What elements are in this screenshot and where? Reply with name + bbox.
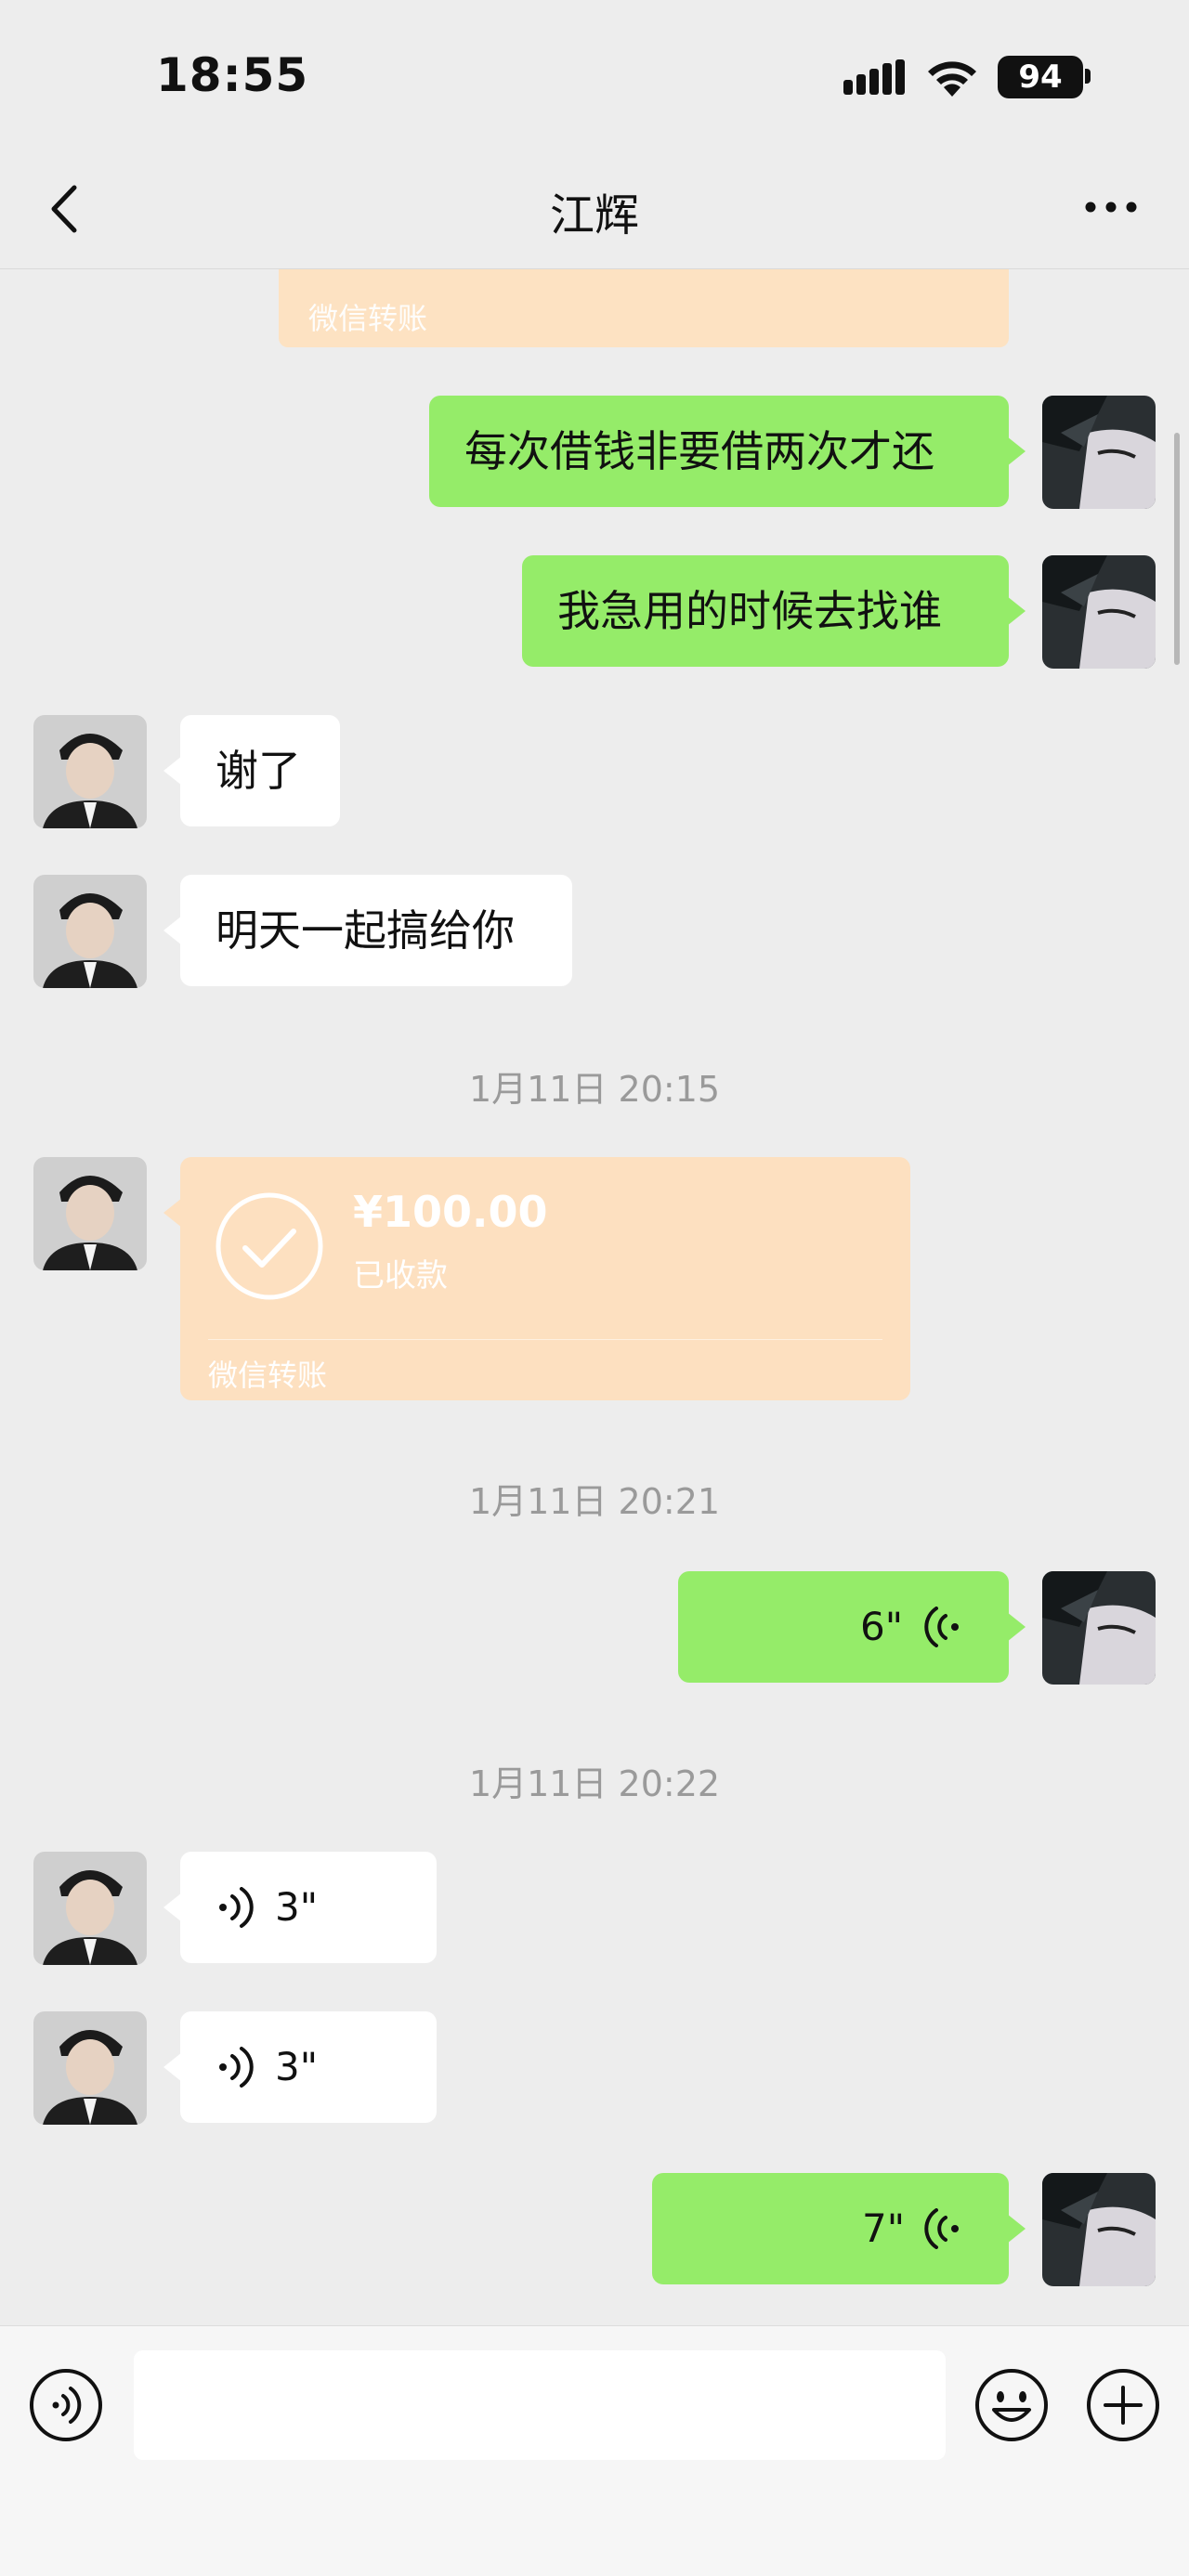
message-input[interactable] — [134, 2350, 946, 2460]
voice-wave-icon — [219, 2047, 254, 2088]
chat-title: 江辉 — [549, 189, 639, 241]
message-timestamp: 1月11日 20:22 — [468, 1763, 721, 1804]
voice-wave-icon — [924, 2208, 959, 2249]
message-text: 我急用的时候去找谁 — [557, 586, 942, 636]
avatar-me-image — [1042, 396, 1156, 509]
voice-duration: 3" — [275, 2044, 319, 2089]
transfer-status: 已收款 — [353, 1257, 448, 1295]
nav-bar: 江辉 — [0, 149, 1189, 269]
message-timestamp: 1月11日 20:15 — [468, 1069, 721, 1110]
transfer-card[interactable]: ¥100.00 已收款 微信转账 — [163, 1157, 910, 1400]
check-circle-icon — [216, 1192, 323, 1300]
message-bubble-received[interactable]: 谢了 — [163, 715, 340, 826]
voice-duration: 3" — [275, 1884, 319, 1930]
message-text: 明天一起搞给你 — [216, 905, 515, 956]
transfer-card-label: 微信转账 — [208, 1358, 328, 1393]
avatar-contact-image — [33, 2011, 147, 2125]
avatar-me[interactable] — [1042, 396, 1156, 509]
message-bubble-sent[interactable]: 每次借钱非要借两次才还 — [429, 396, 1026, 507]
avatar-contact[interactable] — [33, 2011, 147, 2125]
avatar-me-image — [1042, 2173, 1156, 2286]
input-bar — [0, 2325, 1189, 2576]
message-bubble-received[interactable]: 明天一起搞给你 — [163, 875, 572, 986]
avatar-me[interactable] — [1042, 1571, 1156, 1685]
message-text: 每次借钱非要借两次才还 — [464, 426, 934, 476]
voice-input-icon[interactable] — [28, 2367, 104, 2443]
message-bubble-sent[interactable]: 我急用的时候去找谁 — [522, 555, 1026, 667]
transfer-divider — [208, 1339, 882, 1340]
cellular-signal-icon — [843, 59, 905, 95]
avatar-contact[interactable] — [33, 1157, 147, 1270]
ellipsis-icon[interactable] — [1076, 184, 1150, 230]
battery-nub — [1085, 69, 1091, 84]
scrollbar[interactable] — [1174, 433, 1180, 665]
avatar-contact[interactable] — [33, 715, 147, 828]
message-timestamp: 1月11日 20:21 — [468, 1481, 721, 1522]
plus-circle-icon[interactable] — [1085, 2367, 1161, 2443]
message-list[interactable]: 微信转账 每次借钱非要借两次才还 我急用的时候去找谁 谢了 明天一起搞给你 1月… — [0, 269, 1189, 2325]
avatar-me-image — [1042, 555, 1156, 669]
battery-level: 94 — [998, 56, 1083, 98]
voice-message-sent[interactable]: 6" — [678, 1571, 1026, 1683]
voice-message-received[interactable]: 3" — [163, 1852, 437, 1963]
voice-duration: 7" — [862, 2205, 906, 2251]
avatar-contact-image — [33, 1852, 147, 1965]
avatar-me-image — [1042, 1571, 1156, 1685]
voice-wave-icon — [924, 1607, 959, 1647]
transfer-card-partial[interactable]: 微信转账 — [279, 269, 1009, 347]
status-bar: 18:55 94 — [0, 0, 1189, 158]
avatar-contact-image — [33, 715, 147, 828]
avatar-me[interactable] — [1042, 555, 1156, 669]
smiley-icon[interactable] — [973, 2367, 1050, 2443]
voice-duration: 6" — [860, 1604, 904, 1649]
wifi-icon — [928, 61, 976, 97]
voice-message-received[interactable]: 3" — [163, 2011, 437, 2123]
transfer-amount: ¥100.00 — [353, 1187, 548, 1237]
voice-message-sent[interactable]: 7" — [652, 2173, 1026, 2284]
message-text: 谢了 — [216, 746, 301, 796]
avatar-contact-image — [33, 875, 147, 988]
status-time: 18:55 — [156, 48, 309, 102]
voice-wave-icon — [219, 1887, 254, 1928]
avatar-contact[interactable] — [33, 875, 147, 988]
chat-screen: 18:55 94 江辉 微信转账 每次借钱非要借两次才还 我急用的时候去找谁 谢… — [0, 0, 1189, 2576]
transfer-card-label: 微信转账 — [308, 301, 428, 336]
avatar-contact-image — [33, 1157, 147, 1270]
avatar-contact[interactable] — [33, 1852, 147, 1965]
avatar-me[interactable] — [1042, 2173, 1156, 2286]
